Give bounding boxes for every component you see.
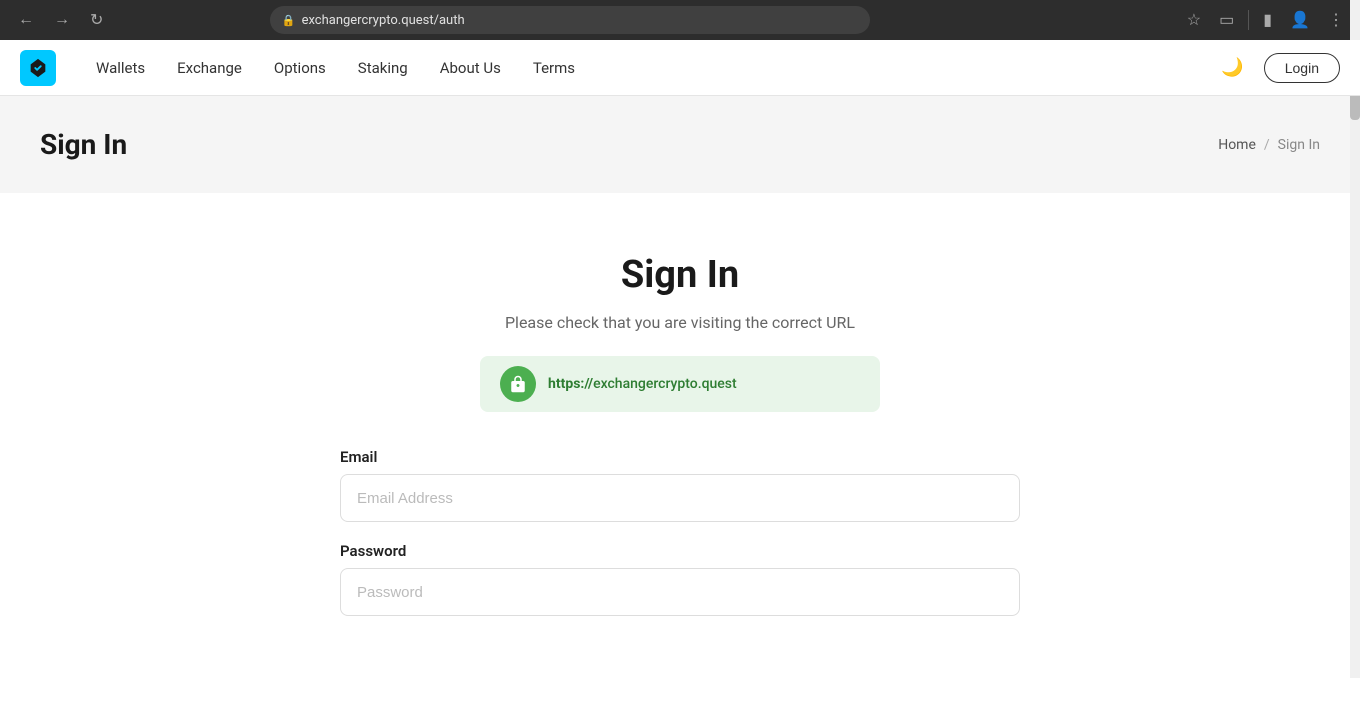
extensions-button[interactable]: ▭: [1215, 6, 1238, 34]
page-header: Sign In Home / Sign In: [0, 96, 1360, 193]
breadcrumb-home[interactable]: Home: [1218, 137, 1256, 153]
dark-mode-toggle[interactable]: 🌙: [1217, 53, 1247, 82]
navbar-right: 🌙 Login: [1217, 53, 1340, 83]
nav-terms[interactable]: Terms: [517, 40, 591, 96]
signin-form: Email Password: [340, 448, 1020, 636]
menu-button[interactable]: ⋮: [1324, 6, 1348, 34]
breadcrumb-current: Sign In: [1278, 137, 1320, 153]
profile-button[interactable]: 👤: [1286, 6, 1314, 34]
scrollbar[interactable]: [1350, 0, 1360, 678]
email-input[interactable]: [340, 474, 1020, 522]
bookmark-button[interactable]: ☆: [1183, 6, 1205, 34]
signin-subtitle: Please check that you are visiting the c…: [505, 313, 855, 332]
url-prefix: https://: [548, 376, 593, 392]
browser-actions: ☆ ▭ ▮ 👤 ⋮: [1183, 6, 1348, 34]
password-label: Password: [340, 542, 1020, 560]
url-lock-icon: [500, 366, 536, 402]
main-content: Sign In Please check that you are visiti…: [0, 193, 1360, 716]
url-verification-text: https://exchangercrypto.quest: [548, 376, 737, 392]
divider: [1248, 10, 1249, 30]
nav-wallets[interactable]: Wallets: [80, 40, 161, 96]
breadcrumb: Home / Sign In: [1218, 137, 1320, 153]
navbar-links: Wallets Exchange Options Staking About U…: [80, 40, 1217, 96]
site-logo[interactable]: [20, 50, 56, 86]
nav-staking[interactable]: Staking: [342, 40, 424, 96]
url-domain: exchangercrypto.quest: [593, 376, 737, 392]
email-group: Email: [340, 448, 1020, 522]
security-icon: 🔒: [282, 14, 296, 27]
nav-options[interactable]: Options: [258, 40, 342, 96]
back-button[interactable]: ←: [12, 7, 40, 33]
url-verification-banner: https://exchangercrypto.quest: [480, 356, 880, 412]
nav-exchange[interactable]: Exchange: [161, 40, 258, 96]
password-input[interactable]: [340, 568, 1020, 616]
page-title: Sign In: [40, 128, 127, 161]
breadcrumb-separator: /: [1264, 137, 1270, 153]
address-bar[interactable]: 🔒 exchangercrypto.quest/auth: [270, 6, 870, 34]
refresh-button[interactable]: ↻: [84, 6, 109, 34]
url-text: exchangercrypto.quest/auth: [302, 13, 465, 28]
signin-heading: Sign In: [621, 253, 739, 297]
sidebar-toggle-button[interactable]: ▮: [1259, 6, 1276, 34]
nav-about-us[interactable]: About Us: [424, 40, 517, 96]
navbar: Wallets Exchange Options Staking About U…: [0, 40, 1360, 96]
email-label: Email: [340, 448, 1020, 466]
browser-chrome: ← → ↻ 🔒 exchangercrypto.quest/auth ☆ ▭ ▮…: [0, 0, 1360, 40]
forward-button[interactable]: →: [48, 7, 76, 33]
login-button[interactable]: Login: [1264, 53, 1340, 83]
password-group: Password: [340, 542, 1020, 616]
